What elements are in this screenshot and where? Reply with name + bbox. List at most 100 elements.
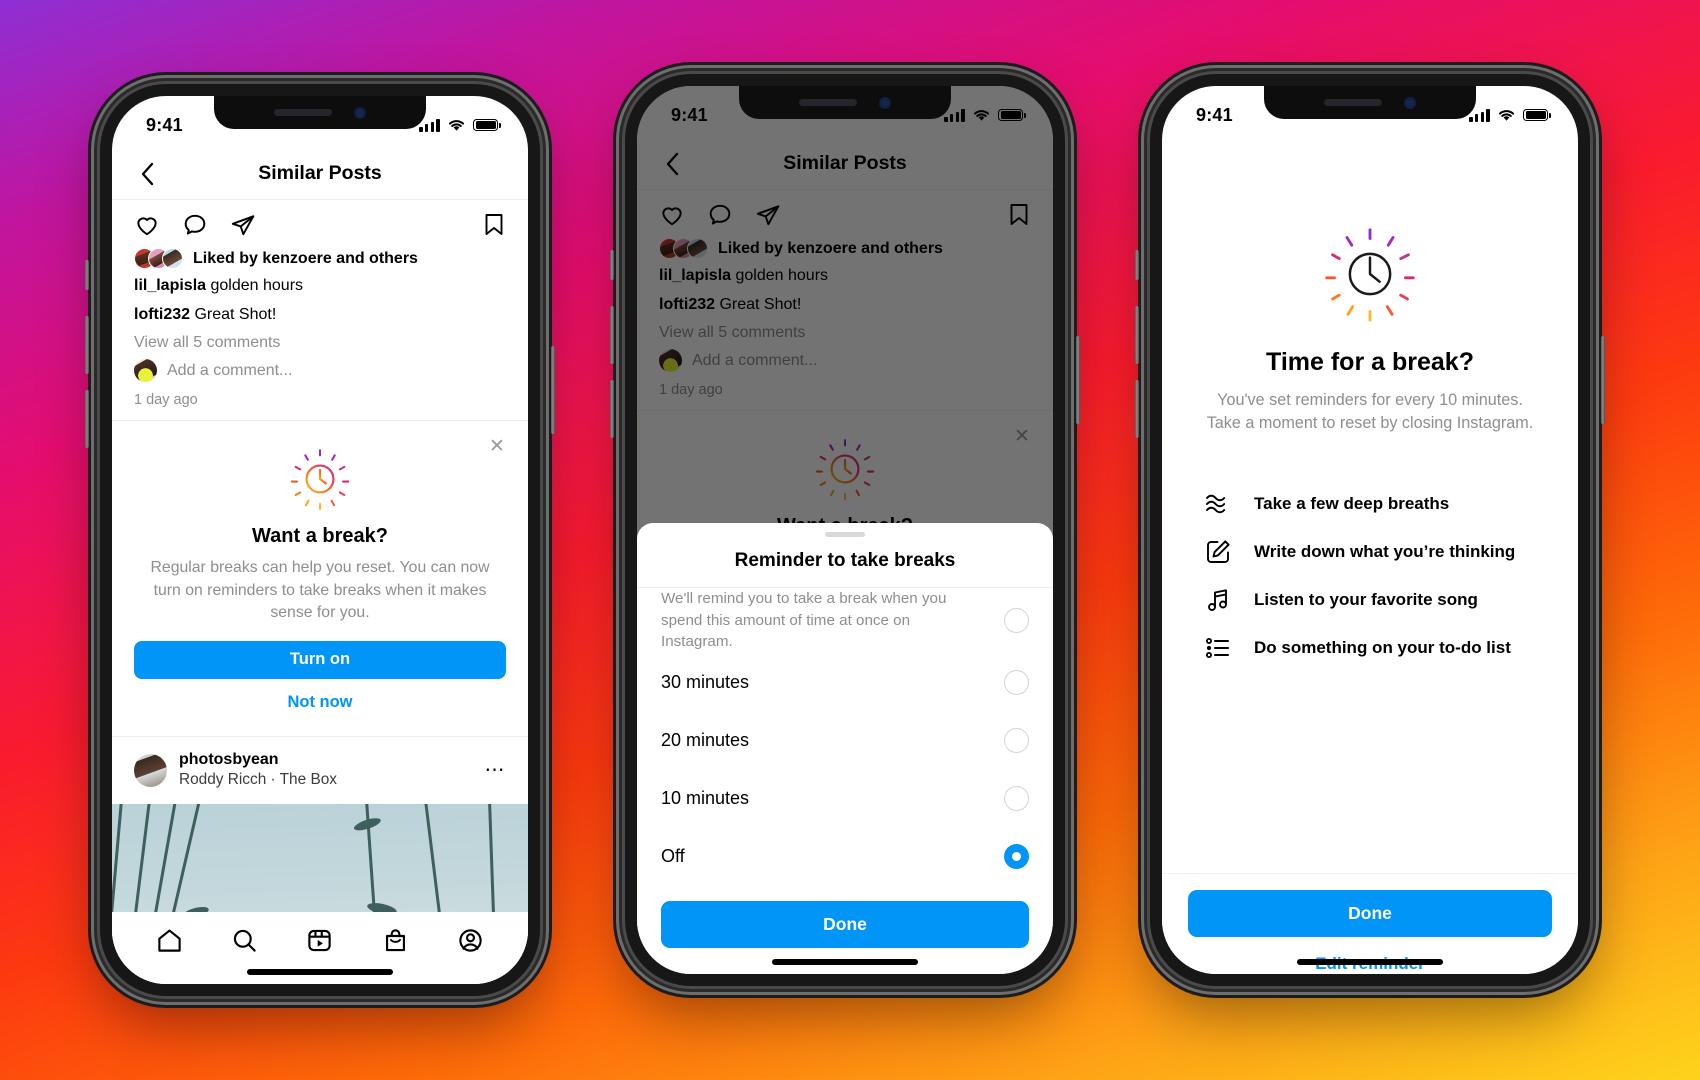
suggestion-item-todo: Do something on your to-do list bbox=[1204, 624, 1536, 672]
sun-clock-icon bbox=[1325, 228, 1415, 322]
music-note-icon bbox=[1208, 589, 1227, 611]
liker-avatars bbox=[134, 248, 183, 269]
bookmark-icon[interactable] bbox=[482, 212, 506, 238]
mute-switch[interactable] bbox=[85, 260, 89, 290]
more-dots-icon[interactable]: ⋯ bbox=[485, 760, 507, 780]
volume-down-button[interactable] bbox=[85, 390, 89, 448]
phone-1-screen: 9:41 Similar Posts Liked by kenzoere and… bbox=[112, 96, 528, 984]
suggestion-item-song: Listen to your favorite song bbox=[1204, 576, 1536, 624]
notch bbox=[214, 96, 426, 129]
suggestion-label-breaths: Take a few deep breaths bbox=[1254, 493, 1450, 513]
power-button[interactable] bbox=[551, 346, 555, 434]
add-comment-row-1[interactable]: Add a comment... bbox=[112, 354, 528, 384]
sheet-done-button[interactable]: Done bbox=[661, 901, 1029, 948]
phone-2: 9:41 Reminder to take breaks We'll remin… bbox=[610, 74, 1080, 986]
next-post-username[interactable]: photosbyean bbox=[179, 750, 473, 771]
caption-username[interactable]: lil_lapisla bbox=[134, 277, 206, 294]
app-header-1: Similar Posts bbox=[112, 148, 528, 200]
battery-icon bbox=[473, 118, 501, 132]
caption-text: golden hours bbox=[210, 277, 304, 294]
checklist-icon bbox=[1206, 637, 1230, 658]
wifi-icon bbox=[1498, 110, 1515, 121]
user-avatar bbox=[134, 359, 157, 383]
volume-up-button[interactable] bbox=[610, 306, 614, 364]
radio-description[interactable] bbox=[1004, 608, 1029, 634]
liked-by-row-1[interactable]: Liked by kenzoere and others bbox=[112, 242, 528, 271]
earpiece-speaker bbox=[274, 109, 332, 116]
close-x-icon[interactable]: ✕ bbox=[486, 435, 508, 457]
wifi-icon bbox=[448, 120, 465, 131]
page-title-1: Similar Posts bbox=[258, 162, 382, 184]
search-icon[interactable] bbox=[231, 927, 258, 954]
option-label-30: 30 minutes bbox=[661, 671, 750, 692]
suggestion-item-breaths: Take a few deep breaths bbox=[1204, 480, 1536, 528]
comment-username[interactable]: lofti232 bbox=[134, 306, 190, 323]
option-row-10[interactable]: 10 minutes bbox=[637, 769, 1053, 827]
sheet-description: We'll remind you to take a break when yo… bbox=[661, 590, 947, 651]
post-comment-1: lofti232 Great Shot! bbox=[112, 300, 528, 329]
break-screen-title: Time for a break? bbox=[1266, 348, 1474, 376]
phone-3-screen: 9:41 Time for a break? You've set remind… bbox=[1162, 86, 1578, 974]
volume-up-button[interactable] bbox=[1135, 306, 1139, 364]
view-all-comments-1[interactable]: View all 5 comments bbox=[112, 329, 528, 354]
instagram-app-1: Similar Posts Liked by kenzoere and othe… bbox=[112, 148, 528, 984]
next-post-header: photosbyean Roddy Ricch · The Box ⋯ bbox=[112, 737, 528, 805]
mute-switch[interactable] bbox=[610, 250, 614, 280]
suggestion-label-song: Listen to your favorite song bbox=[1254, 589, 1478, 609]
reels-icon[interactable] bbox=[306, 927, 333, 954]
avatar[interactable] bbox=[134, 753, 167, 787]
done-button-3[interactable]: Done bbox=[1188, 890, 1552, 937]
sun-clock-icon-wrap-3 bbox=[1196, 226, 1544, 322]
sheet-title: Reminder to take breaks bbox=[637, 537, 1053, 589]
profile-icon[interactable] bbox=[457, 927, 484, 954]
radio-20-minutes[interactable] bbox=[1004, 727, 1029, 753]
heart-icon[interactable] bbox=[134, 212, 160, 238]
volume-up-button[interactable] bbox=[85, 316, 89, 374]
notch bbox=[739, 86, 951, 119]
option-row-20[interactable]: 20 minutes bbox=[637, 711, 1053, 769]
battery-icon bbox=[1523, 108, 1551, 122]
power-button[interactable] bbox=[1076, 336, 1080, 424]
chevron-left-icon bbox=[141, 162, 154, 185]
post-action-bar-1 bbox=[112, 200, 528, 242]
option-row-off[interactable]: Off bbox=[637, 827, 1053, 885]
shop-icon[interactable] bbox=[382, 927, 409, 954]
suggestion-list: Take a few deep breaths Write down what … bbox=[1196, 480, 1544, 672]
add-comment-input[interactable]: Add a comment... bbox=[167, 362, 292, 380]
volume-down-button[interactable] bbox=[610, 380, 614, 438]
back-button-1[interactable] bbox=[134, 161, 160, 187]
turn-on-button[interactable]: Turn on bbox=[134, 640, 506, 679]
time-for-break-screen: Time for a break? You've set reminders f… bbox=[1162, 138, 1578, 974]
option-row-30[interactable]: 30 minutes bbox=[637, 653, 1053, 711]
break-screen-subtitle-line2: Take a moment to reset by closing Instag… bbox=[1206, 414, 1534, 433]
home-indicator bbox=[772, 959, 918, 965]
comment-text: Great Shot! bbox=[194, 306, 277, 324]
radio-off-selected[interactable] bbox=[1004, 843, 1029, 869]
mute-switch[interactable] bbox=[1135, 250, 1139, 280]
next-post-audio[interactable]: Roddy Ricch · The Box bbox=[179, 770, 473, 791]
volume-down-button[interactable] bbox=[1135, 380, 1139, 438]
not-now-link[interactable]: Not now bbox=[134, 693, 506, 712]
home-icon[interactable] bbox=[156, 927, 183, 954]
break-screen-body: Time for a break? You've set reminders f… bbox=[1162, 138, 1578, 873]
front-camera bbox=[354, 106, 366, 119]
option-label-20: 20 minutes bbox=[661, 729, 750, 750]
liked-by-text: Liked by kenzoere and others bbox=[193, 249, 418, 267]
phone-2-screen: 9:41 Reminder to take breaks We'll remin… bbox=[637, 86, 1053, 974]
option-label-off: Off bbox=[661, 845, 685, 866]
home-indicator bbox=[247, 969, 393, 975]
comment-bubble-icon[interactable] bbox=[182, 212, 208, 238]
front-camera bbox=[879, 96, 891, 109]
radio-30-minutes[interactable] bbox=[1004, 669, 1029, 695]
break-card-subtitle: Regular breaks can help you reset. You c… bbox=[150, 559, 490, 622]
paper-plane-icon[interactable] bbox=[230, 212, 256, 238]
screenshot-stage: 9:41 Similar Posts Liked by kenzoere and… bbox=[0, 0, 1700, 1080]
home-indicator bbox=[1297, 959, 1443, 965]
power-button[interactable] bbox=[1601, 336, 1605, 424]
phone-3: 9:41 Time for a break? You've set remind… bbox=[1135, 74, 1605, 986]
radio-10-minutes[interactable] bbox=[1004, 785, 1029, 811]
suggestion-label-todo: Do something on your to-do list bbox=[1254, 637, 1511, 657]
front-camera bbox=[1404, 96, 1416, 109]
option-label-10: 10 minutes bbox=[661, 787, 750, 808]
wifi-icon bbox=[973, 110, 990, 121]
